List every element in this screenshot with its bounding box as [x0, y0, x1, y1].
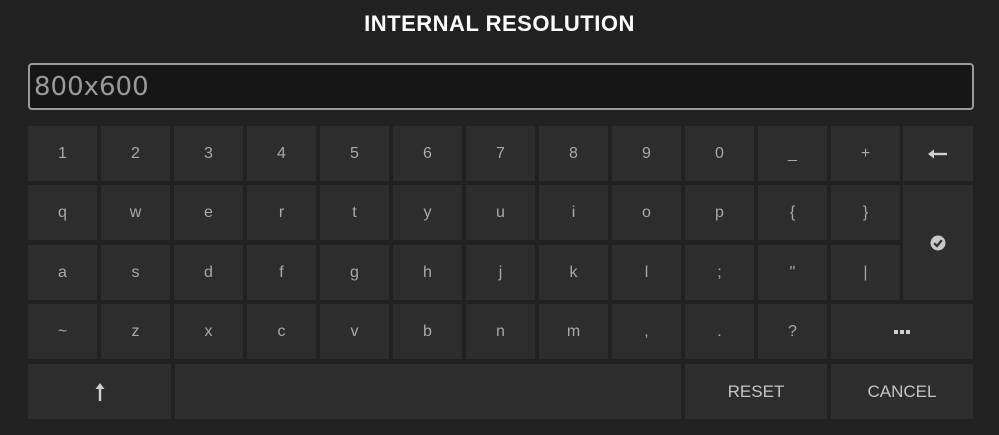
- key-row3-8[interactable]: l: [612, 245, 681, 300]
- key-row1-9[interactable]: 0: [685, 126, 754, 181]
- space-key[interactable]: [175, 364, 681, 419]
- key-row2-10[interactable]: {: [758, 185, 827, 240]
- key-row1-5[interactable]: 6: [393, 126, 462, 181]
- key-row3-0[interactable]: a: [28, 245, 97, 300]
- backspace-key[interactable]: [903, 126, 973, 181]
- key-row1-8[interactable]: 9: [612, 126, 681, 181]
- key-row3-3[interactable]: f: [247, 245, 316, 300]
- key-row2-1[interactable]: w: [101, 185, 170, 240]
- key-row3-10[interactable]: ": [758, 245, 827, 300]
- key-row1-4[interactable]: 5: [320, 126, 389, 181]
- key-row3-9[interactable]: ;: [685, 245, 754, 300]
- key-row1-2[interactable]: 3: [174, 126, 243, 181]
- shift-key[interactable]: [28, 364, 171, 419]
- key-row4-2[interactable]: x: [174, 304, 243, 359]
- key-row1-6[interactable]: 7: [466, 126, 535, 181]
- key-row1-0[interactable]: 1: [28, 126, 97, 181]
- key-row3-2[interactable]: d: [174, 245, 243, 300]
- key-row2-3[interactable]: r: [247, 185, 316, 240]
- key-row4-0[interactable]: ~: [28, 304, 97, 359]
- ellipsis-icon: [894, 329, 910, 334]
- key-row2-0[interactable]: q: [28, 185, 97, 240]
- key-row1-7[interactable]: 8: [539, 126, 608, 181]
- key-row3-7[interactable]: k: [539, 245, 608, 300]
- enter-key[interactable]: [903, 185, 973, 300]
- symbols-key[interactable]: [831, 304, 973, 359]
- check-circle-icon: [930, 235, 946, 251]
- cancel-button[interactable]: CANCEL: [831, 364, 973, 419]
- key-row1-1[interactable]: 2: [101, 126, 170, 181]
- key-row3-11[interactable]: |: [831, 245, 900, 300]
- key-row1-11[interactable]: +: [831, 126, 900, 181]
- key-row4-4[interactable]: v: [320, 304, 389, 359]
- dialog-title: INTERNAL RESOLUTION: [364, 11, 635, 36]
- key-row4-5[interactable]: b: [393, 304, 462, 359]
- key-row2-2[interactable]: e: [174, 185, 243, 240]
- key-row4-1[interactable]: z: [101, 304, 170, 359]
- key-row3-4[interactable]: g: [320, 245, 389, 300]
- key-row4-7[interactable]: m: [539, 304, 608, 359]
- key-row4-6[interactable]: n: [466, 304, 535, 359]
- key-row2-4[interactable]: t: [320, 185, 389, 240]
- key-row2-9[interactable]: p: [685, 185, 754, 240]
- key-row3-1[interactable]: s: [101, 245, 170, 300]
- shift-arrow-icon: [95, 382, 105, 401]
- key-row4-3[interactable]: c: [247, 304, 316, 359]
- key-row1-10[interactable]: _: [758, 126, 827, 181]
- reset-button[interactable]: RESET: [685, 364, 827, 419]
- key-row4-10[interactable]: ?: [758, 304, 827, 359]
- key-row2-11[interactable]: }: [831, 185, 900, 240]
- text-input[interactable]: [28, 63, 974, 110]
- key-row3-6[interactable]: j: [466, 245, 535, 300]
- key-row2-6[interactable]: u: [466, 185, 535, 240]
- key-row3-5[interactable]: h: [393, 245, 462, 300]
- key-row4-9[interactable]: .: [685, 304, 754, 359]
- key-row1-3[interactable]: 4: [247, 126, 316, 181]
- key-row2-8[interactable]: o: [612, 185, 681, 240]
- key-row2-5[interactable]: y: [393, 185, 462, 240]
- key-row2-7[interactable]: i: [539, 185, 608, 240]
- backspace-arrow-icon: [928, 149, 948, 159]
- key-row4-8[interactable]: ,: [612, 304, 681, 359]
- keyboard-dialog: INTERNAL RESOLUTION 800x600 RESET CANCEL…: [0, 0, 999, 435]
